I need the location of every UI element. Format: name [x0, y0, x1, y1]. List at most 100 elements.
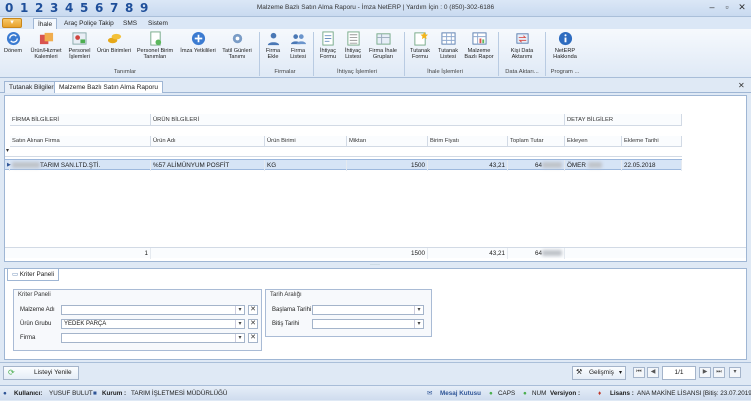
first-page-button[interactable]: ⏮	[633, 367, 645, 378]
redacted-text	[12, 162, 40, 169]
col-header-ekleme-tarihi[interactable]: Ekleme Tarihi	[622, 136, 682, 147]
label-baslama-tarihi: Başlama Tarihi	[272, 307, 312, 313]
col-header-urun-adi[interactable]: Ürün Adı	[151, 136, 265, 147]
band-firma: FİRMA BİLGİLERİ	[10, 114, 151, 126]
col-header-birim-fiyati[interactable]: Birim Fiyatı	[428, 136, 508, 147]
ribbon-button-firma-ihale-gruplari[interactable]: Firma İhale Grupları	[366, 31, 400, 60]
table-row[interactable]: ▶ TARIM SAN.LTD.ŞTİ. %57 ALİMÜNYUM POSFİ…	[5, 159, 682, 171]
filter-row[interactable]: ▾	[5, 147, 682, 157]
chevron-down-icon[interactable]: ▾	[414, 306, 423, 314]
ribbon-button-neterp-hakkinda[interactable]: NetERP Hakkında	[550, 31, 580, 60]
ribbon-button-personel-birim[interactable]: Personel Birim Tanımları	[134, 31, 176, 60]
ribbon-button-ihtiyac-formu[interactable]: İhtiyaç Formu	[316, 31, 340, 60]
tab-tutanak-bilgileri[interactable]: Tutanak Bilgileri	[4, 81, 61, 93]
close-button[interactable]: ✕	[736, 2, 748, 12]
tab-sms[interactable]: SMS	[119, 18, 141, 29]
clear-malzeme-button[interactable]: ✕	[248, 305, 258, 315]
tab-sistem[interactable]: Sistem	[144, 18, 172, 29]
ribbon-button-donem[interactable]: Dönem	[2, 31, 24, 54]
advanced-button[interactable]: ⚒ Gelişmiş ▾	[572, 366, 626, 380]
ribbon-button-tatil-gunleri[interactable]: Tatil Günleri Tanımı	[220, 31, 254, 60]
baslama-tarihi-picker[interactable]: ▾	[312, 305, 424, 315]
col-header-toplam-tutar[interactable]: Toplam Tutar	[508, 136, 565, 147]
ribbon-label: Ürün Birimleri	[97, 48, 131, 54]
ribbon-button-urun-birimleri[interactable]: Ürün Birimleri	[96, 31, 132, 54]
license-value: ANA MAKİNE LİSANSI [Bitiş: 23.07.2019]	[637, 390, 751, 397]
cell-firma: TARIM SAN.LTD.ŞTİ.	[10, 160, 151, 171]
col-header-miktari[interactable]: Miktarı	[347, 136, 428, 147]
date-range-fieldset: Tarih Aralığı Başlama Tarihi ▾ Bitiş Tar…	[265, 289, 432, 337]
page-menu-button[interactable]: ▾	[729, 367, 741, 378]
transfer-icon	[515, 33, 529, 44]
cell-birim-fiyati: 43,21	[428, 160, 508, 171]
malzeme-adi-combo[interactable]: ▾	[61, 305, 245, 315]
urun-grubu-combo[interactable]: YEDEK PARÇA ▾	[61, 319, 245, 329]
grid-footer: 1 1500 43,21 64	[5, 247, 746, 259]
chevron-down-icon[interactable]: ▾	[414, 320, 423, 328]
firma-combo[interactable]: ▾	[61, 333, 245, 343]
next-page-button[interactable]: ▶	[699, 367, 711, 378]
mail-icon: ✉	[427, 390, 433, 397]
ribbon-button-malzeme-bazli-rapor[interactable]: Malzeme Bazlı Rapor	[463, 31, 495, 60]
cell-ekleyen-text: ÖMER	[567, 162, 586, 169]
col-header-ekleyen[interactable]: Ekleyen	[565, 136, 622, 147]
list-icon	[346, 31, 360, 46]
tab-kriter-paneli[interactable]: ▭ Kriter Paneli	[7, 269, 60, 281]
date-range-title: Tarih Aralığı	[270, 292, 302, 298]
ribbon-button-kisi-data[interactable]: Kişi Data Aktarımı	[504, 31, 540, 60]
group-label-program: Program ...	[550, 69, 580, 75]
tab-malzeme-raporu[interactable]: Malzeme Bazlı Satın Alma Raporu	[54, 81, 163, 93]
last-page-button[interactable]: ⏭	[713, 367, 725, 378]
table-icon	[440, 32, 456, 45]
page-indicator[interactable]: 1/1	[662, 366, 696, 380]
redacted-text	[542, 162, 562, 169]
ribbon-label: Kişi Data Aktarımı	[510, 48, 534, 60]
chart-report-icon	[471, 32, 487, 45]
chevron-down-icon[interactable]: ▾	[235, 320, 244, 328]
clear-firma-button[interactable]: ✕	[248, 333, 258, 343]
clear-urun-grubu-button[interactable]: ✕	[248, 319, 258, 329]
tools-icon: ⚒	[576, 369, 583, 376]
ribbon-button-urun-hizmet[interactable]: Ürün/Hizmet Kalemleri	[27, 31, 65, 60]
maximize-button[interactable]: ▫	[721, 2, 733, 12]
ribbon-button-tutanak-listesi[interactable]: Tutanak Listesi	[435, 31, 461, 60]
ribbon-button-firma-listesi[interactable]: Firma Listesi	[286, 31, 310, 60]
prev-page-button[interactable]: ◀	[647, 367, 659, 378]
app-menu-button[interactable]: ▾	[2, 18, 22, 28]
col-header-firma[interactable]: Satın Alınan Firma	[10, 136, 151, 147]
chevron-down-icon[interactable]: ▾	[235, 334, 244, 342]
tab-arac-police[interactable]: Araç Poliçe Takip	[60, 18, 118, 29]
ribbon-label: Ürün/Hizmet Kalemleri	[30, 48, 62, 60]
footer-count: 1	[10, 248, 151, 259]
ribbon-label: Personel Birim Tanımları	[136, 48, 174, 60]
org-label: Kurum :	[102, 390, 127, 397]
close-tab-icon[interactable]: ✕	[738, 81, 745, 90]
coins-icon	[107, 33, 121, 44]
col-header-urun-birimi[interactable]: Ürün Birimi	[265, 136, 347, 147]
tab-kriter-paneli-icon: ▭	[12, 271, 18, 278]
ribbon-button-firma-ekle[interactable]: Firma Ekle	[262, 31, 284, 60]
bitis-tarihi-picker[interactable]: ▾	[312, 319, 424, 329]
ribbon-button-tutanak-formu[interactable]: Tutanak Formu	[407, 31, 433, 60]
refresh-list-label: Listeyi Yenile	[34, 369, 72, 376]
ribbon-button-imza-yetkilileri[interactable]: İmza Yetkilileri	[178, 31, 218, 54]
minimize-button[interactable]: –	[706, 2, 718, 12]
ribbon-button-ihtiyac-listesi[interactable]: İhtiyaç Listesi	[342, 31, 364, 60]
ribbon-label: Tutanak Listesi	[437, 48, 458, 60]
chevron-down-icon[interactable]: ▾	[235, 306, 244, 314]
group-label-data-aktarim: Data Aktarı...	[505, 69, 539, 75]
people-icon	[290, 34, 306, 45]
ribbon-label: İhtiyaç Formu	[319, 48, 337, 60]
bottom-toolbar: ⟳ Listeyi Yenile ⚒ Gelişmiş ▾ ⏮ ◀ 1/1 ▶ …	[0, 362, 751, 382]
caps-indicator-icon: ●	[489, 390, 493, 397]
cell-ekleme-tarihi: 22.05.2018	[622, 160, 682, 171]
ribbon-button-personel[interactable]: Personel İşlemleri	[66, 31, 93, 60]
label-malzeme-adi: Malzeme Adı	[20, 307, 55, 313]
group-separator	[313, 32, 314, 76]
mail-link[interactable]: Mesaj Kutusu	[440, 386, 481, 401]
refresh-list-button[interactable]: ⟳ Listeyi Yenile	[3, 366, 79, 380]
group-label-tanimlar: Tanımlar	[113, 69, 137, 75]
license-label: Lisans :	[610, 390, 634, 397]
tab-ihale[interactable]: İhale	[33, 18, 58, 29]
footer-fiyat: 43,21	[428, 248, 508, 259]
